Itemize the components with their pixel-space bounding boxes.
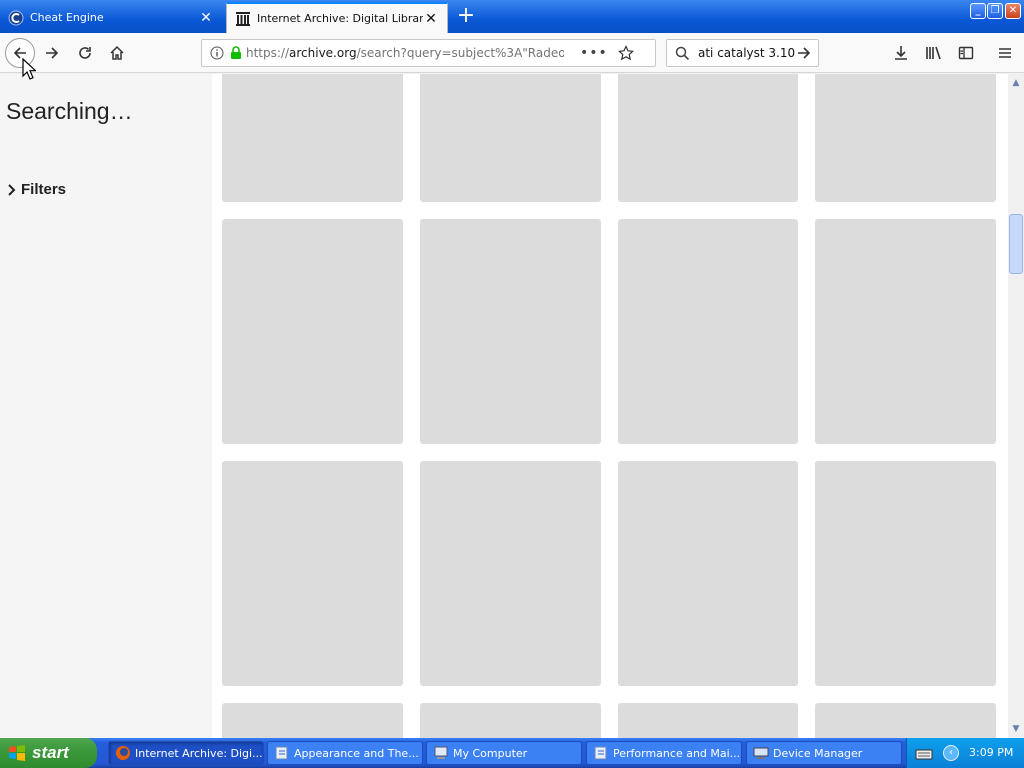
task-label: Internet Archive: Digi... [135,746,263,760]
result-placeholder-tile [222,703,403,738]
firefox-icon [115,745,131,761]
task-label: Appearance and The... [294,746,419,760]
archive-icon [235,11,251,27]
device-manager-icon [753,745,769,761]
bookmark-star-icon[interactable] [617,45,634,61]
close-tab-icon[interactable]: ✕ [198,10,214,26]
result-placeholder-tile [420,703,601,738]
task-label: Device Manager [773,746,863,760]
search-go-icon[interactable] [796,45,812,61]
search-icon [675,46,690,61]
filters-toggle[interactable]: Filters [7,181,66,198]
result-placeholder-tile [618,461,798,686]
page-actions-icon[interactable]: ••• [580,45,608,61]
left-panel: Searching… Filters [0,74,212,738]
search-bar[interactable]: ati catalyst 3.10 [666,39,819,67]
library-button[interactable] [923,43,945,63]
clock: 3:09 PM [969,746,1014,759]
taskbar-item-device-manager[interactable]: Device Manager [746,741,902,765]
control-panel-icon [274,745,290,761]
minimize-button[interactable]: _ [970,3,986,19]
search-input[interactable]: ati catalyst 3.10 [698,46,796,60]
close-window-button[interactable]: ✕ [1005,3,1021,19]
start-label: start [32,743,69,762]
result-placeholder-tile [618,74,798,202]
mouse-cursor-icon [22,58,36,80]
system-tray: ‹ 3:09 PM [906,738,1024,768]
filters-label: Filters [21,181,67,198]
menu-button[interactable] [994,43,1016,63]
task-label: Performance and Mai... [613,746,741,760]
tab-cheat-engine[interactable]: Cheat Engine ✕ [0,2,222,33]
reload-icon [79,47,91,59]
result-placeholder-tile [815,74,996,202]
result-placeholder-tile [815,703,996,738]
url-prefix: https:// [246,46,290,60]
result-placeholder-tile [618,703,798,738]
forward-arrow-icon [46,47,59,59]
url-text[interactable]: https://archive.org/search?query=subject… [246,46,564,60]
keyboard-icon[interactable] [915,746,933,765]
restore-button[interactable]: ❐ [987,3,1003,19]
tab-strip: Cheat Engine ✕ Internet Archive: Digital… [0,0,1024,33]
tab-internet-archive[interactable]: Internet Archive: Digital Library of ✕ [226,2,448,33]
result-placeholder-tile [815,219,996,444]
url-bar[interactable]: https://archive.org/search?query=subject… [201,39,656,67]
home-icon [110,45,124,60]
result-placeholder-tile [222,219,403,444]
chevron-right-icon [7,183,16,196]
downloads-button[interactable] [890,43,912,63]
result-placeholder-tile [420,74,601,202]
result-placeholder-tile [815,461,996,686]
result-placeholder-tile [222,74,403,202]
scroll-thumb[interactable] [1009,214,1023,274]
tab-title: Cheat Engine [30,11,104,24]
result-placeholder-tile [618,219,798,444]
sidebar-icon [958,46,974,60]
taskbar-item-my-computer[interactable]: My Computer [426,741,582,765]
new-tab-button[interactable]: + [454,5,478,29]
taskbar-item-internet-archive[interactable]: Internet Archive: Digi... [108,741,264,765]
cheat-engine-icon [8,10,24,26]
taskbar-item-performance-and-maintenance[interactable]: Performance and Mai... [586,741,742,765]
library-icon [926,46,941,60]
start-button[interactable]: start [0,738,97,768]
nav-toolbar: https://archive.org/search?query=subject… [0,33,1024,73]
taskbar: start Internet Archive: Digi... Appearan… [0,738,1024,768]
tab-title: Internet Archive: Digital Library of [257,12,423,25]
my-computer-icon [433,745,449,761]
vertical-scrollbar[interactable]: ▲ ▼ [1008,74,1024,738]
control-panel-icon [593,745,609,761]
search-status: Searching… [6,98,133,124]
forward-button[interactable] [38,39,66,67]
lock-icon[interactable] [230,46,242,60]
home-button[interactable] [103,39,131,67]
url-host: archive.org [289,46,357,60]
info-icon[interactable] [210,46,224,60]
close-tab-icon[interactable]: ✕ [423,11,439,27]
url-path: /search?query=subject%3A"Radeon [356,46,564,60]
sidebar-button[interactable] [955,43,977,63]
task-label: My Computer [453,746,528,760]
scroll-up-arrow-icon[interactable]: ▲ [1010,76,1022,90]
download-icon [895,46,907,60]
hamburger-menu-icon [999,48,1011,58]
page-content: Searching… Filters [0,74,1008,738]
result-placeholder-tile [420,219,601,444]
taskbar-item-appearance-and-themes[interactable]: Appearance and The... [267,741,423,765]
show-hidden-icons-icon[interactable]: ‹ [943,745,959,761]
result-placeholder-tile [420,461,601,686]
result-placeholder-tile [222,461,403,686]
reload-button[interactable] [71,39,99,67]
windows-logo-icon [8,744,26,762]
scroll-down-arrow-icon[interactable]: ▼ [1010,722,1022,736]
